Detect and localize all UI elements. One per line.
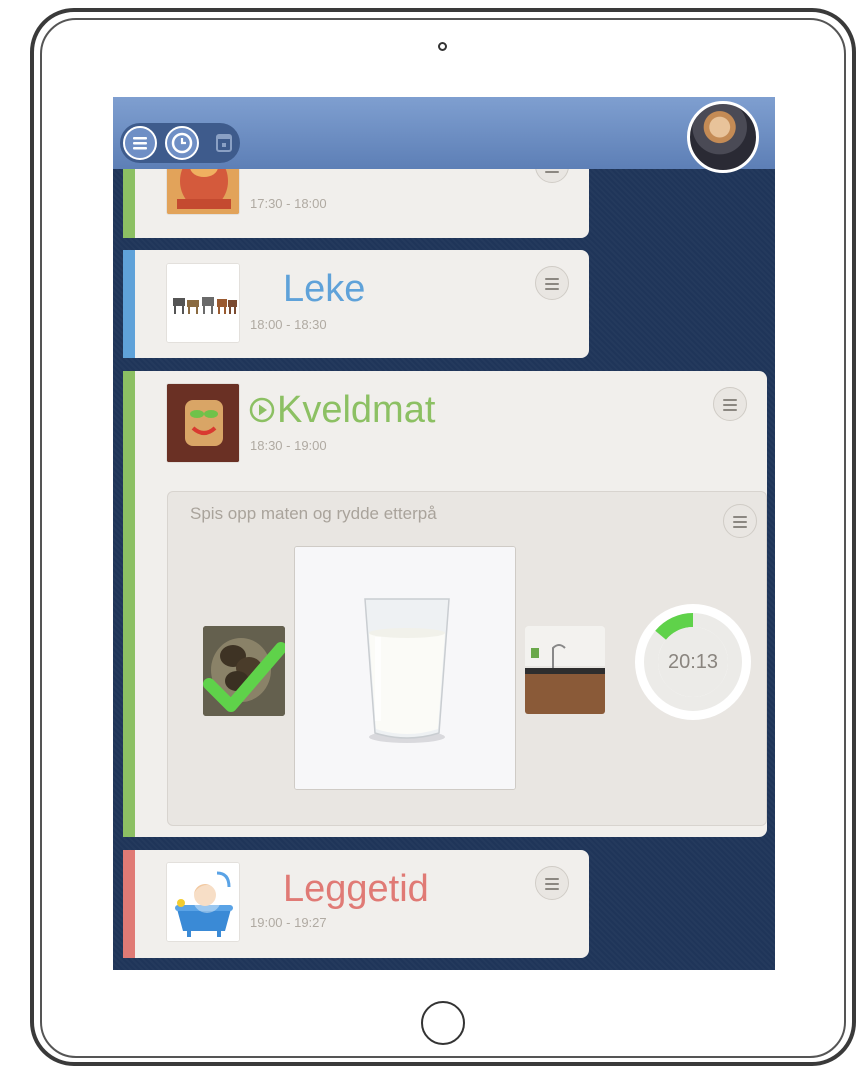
drag-handle-icon[interactable] [713,387,747,421]
schedule-time: 19:00 - 19:27 [250,915,327,930]
leggetid-thumbnail [166,862,240,942]
schedule-time: 18:30 - 19:00 [250,438,327,453]
drag-handle-icon[interactable] [535,266,569,300]
leke-thumbnail [166,263,240,343]
user-avatar[interactable] [687,101,759,173]
task-description: Spis opp maten og rydde etterpå [190,504,437,523]
task-panel: Spis opp maten og rydde etterpå 20:13 [167,491,767,826]
hamburger-icon[interactable] [123,126,157,160]
card-color-stripe [123,250,135,358]
view-toggle-group [120,123,240,163]
drag-handle-icon[interactable] [535,866,569,900]
countdown-timer: 20:13 [635,604,751,720]
drag-handle-icon[interactable] [723,504,757,538]
step-bread-plate[interactable] [203,626,285,716]
app-screen: TV 17:30 - 18:00 [113,97,775,970]
schedule-title: Leke [283,268,366,310]
camera-icon [438,42,447,51]
timer-text: 20:13 [667,651,719,673]
schedule-title: Kveldmat [277,389,436,431]
schedule-card-leggetid[interactable]: Leggetid 19:00 - 19:27 [123,850,589,958]
step-kitchen-counter[interactable] [525,626,605,714]
top-bar [113,97,775,169]
schedule-time: 17:30 - 18:00 [250,196,327,211]
home-button[interactable] [421,1001,465,1045]
card-color-stripe [123,850,135,958]
schedule-card-kveldmat[interactable]: Kveldmat 18:30 - 19:00 Spis opp maten og… [123,371,767,837]
schedule-card-leke[interactable]: Leke 18:00 - 18:30 [123,250,589,358]
kveldmat-thumbnail [166,383,240,463]
schedule-title: Leggetid [283,868,429,910]
schedule-time: 18:00 - 18:30 [250,317,327,332]
step-glass-of-milk[interactable] [294,546,516,790]
clock-icon[interactable] [165,126,199,160]
calendar-icon[interactable] [207,126,241,160]
card-color-stripe [123,371,135,837]
play-icon [249,397,275,423]
